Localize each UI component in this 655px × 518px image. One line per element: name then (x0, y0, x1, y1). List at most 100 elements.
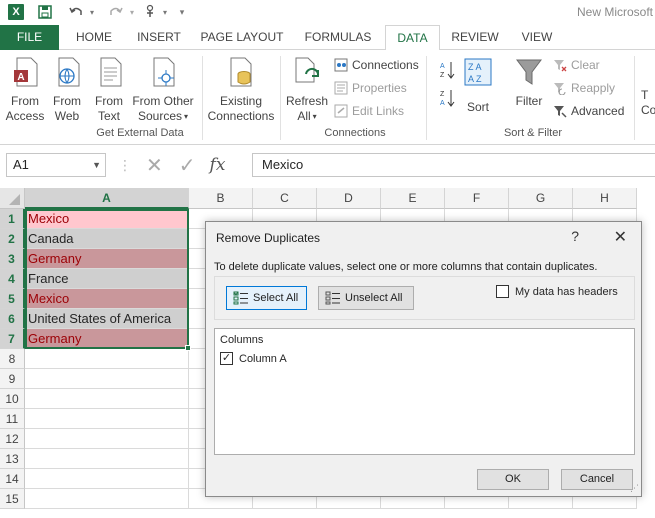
connections-button[interactable]: Connections (334, 56, 419, 74)
row-header-8[interactable]: 8 (0, 349, 25, 369)
tab-data[interactable]: DATA (385, 25, 440, 51)
column-header-d[interactable]: D (317, 188, 381, 209)
select-all-corner[interactable] (0, 188, 25, 209)
unselect-all-button[interactable]: Unselect All (318, 286, 414, 310)
from-access-button[interactable]: A From Access (5, 56, 45, 124)
tab-insert[interactable]: INSERT (130, 25, 188, 50)
row-header-14[interactable]: 14 (0, 469, 25, 489)
row-header-10[interactable]: 10 (0, 389, 25, 409)
row-header-9[interactable]: 9 (0, 369, 25, 389)
help-icon[interactable]: ? (571, 228, 579, 244)
sort-a-to-z-button[interactable]: AZ (438, 60, 456, 84)
column-header-e[interactable]: E (381, 188, 445, 209)
from-text-button[interactable]: From Text (90, 56, 128, 124)
column-header-g[interactable]: G (509, 188, 573, 209)
sort-z-to-a-button[interactable]: ZA (438, 88, 456, 112)
undo-icon[interactable] (66, 2, 86, 22)
name-box-dropdown-icon[interactable]: ▼ (92, 154, 101, 176)
row-header-6[interactable]: 6 (0, 309, 25, 329)
tab-view[interactable]: VIEW (512, 25, 562, 50)
headers-checkbox-box[interactable] (496, 285, 509, 298)
unselect-all-label: Unselect All (345, 292, 403, 304)
save-icon[interactable] (34, 2, 56, 22)
cell-a11[interactable] (25, 409, 189, 429)
select-all-button[interactable]: Select All (226, 286, 307, 310)
redo-dropdown-icon[interactable]: ▾ (127, 2, 137, 22)
svg-text:Z A: Z A (468, 62, 482, 72)
filter-button[interactable]: Filter (510, 56, 548, 109)
column-header-c[interactable]: C (253, 188, 317, 209)
cell-a9[interactable] (25, 369, 189, 389)
my-data-has-headers-checkbox[interactable]: My data has headers (496, 285, 618, 298)
cell-a14[interactable] (25, 469, 189, 489)
tab-formulas[interactable]: FORMULAS (298, 25, 378, 50)
column-header-h[interactable]: H (573, 188, 637, 209)
edit-links-button[interactable]: Edit Links (334, 102, 404, 120)
title-bar: X ▾ ▾ ▾ ▾ New Microsoft (0, 0, 655, 24)
cell-a10[interactable] (25, 389, 189, 409)
tab-page-layout[interactable]: PAGE LAYOUT (196, 25, 288, 50)
row-header-7[interactable]: 7 (0, 329, 25, 349)
name-box[interactable]: A1 ▼ (6, 153, 106, 177)
cell-a7[interactable]: Germany (25, 329, 189, 349)
from-other-sources-button[interactable]: From Other Sources ▾ (130, 56, 196, 124)
customize-qat-icon[interactable]: ▾ (176, 2, 188, 22)
ok-button[interactable]: OK (477, 469, 549, 490)
properties-button[interactable]: Properties (334, 79, 407, 97)
resize-grip-icon[interactable]: ⋰ (630, 483, 639, 494)
column-a-checkbox[interactable]: ✓ Column A (220, 352, 287, 365)
from-web-button[interactable]: From Web (48, 56, 86, 124)
row-header-13[interactable]: 13 (0, 449, 25, 469)
row-header-12[interactable]: 12 (0, 429, 25, 449)
cell-a4[interactable]: France (25, 269, 189, 289)
touch-dropdown-icon[interactable]: ▾ (160, 2, 170, 22)
insert-function-icon[interactable]: fx (210, 155, 226, 175)
row-header-11[interactable]: 11 (0, 409, 25, 429)
cancel-icon[interactable]: ✕ (146, 153, 163, 178)
sort-az-icon: AZ (440, 62, 455, 79)
row-header-2[interactable]: 2 (0, 229, 25, 249)
cell-a1[interactable]: Mexico (25, 209, 189, 229)
touch-mode-icon[interactable] (142, 2, 160, 22)
tab-home[interactable]: HOME (66, 25, 122, 50)
cell-a15[interactable] (25, 489, 189, 509)
text-to-columns-button[interactable]: T Co (641, 88, 655, 118)
reapply-button[interactable]: Reapply (553, 79, 615, 97)
undo-dropdown-icon[interactable]: ▾ (87, 2, 97, 22)
cell-a6[interactable]: United States of America (25, 309, 189, 329)
row-header-4[interactable]: 4 (0, 269, 25, 289)
enter-icon[interactable]: ✓ (179, 153, 196, 178)
text-to-columns-label-1: T (641, 88, 649, 102)
redo-icon[interactable] (106, 2, 126, 22)
sort-dialog-icon: Z A A Z (462, 58, 494, 90)
column-header-a[interactable]: A (25, 188, 189, 209)
column-a-checkmark-icon[interactable]: ✓ (220, 352, 233, 365)
refresh-all-button[interactable]: Refresh All ▾ (284, 56, 330, 124)
cell-a13[interactable] (25, 449, 189, 469)
sort-button[interactable]: Z A A Z Sort (462, 58, 494, 115)
tab-review[interactable]: REVIEW (446, 25, 504, 50)
cancel-button[interactable]: Cancel (561, 469, 633, 490)
column-header-f[interactable]: F (445, 188, 509, 209)
close-icon[interactable]: ✕ (614, 227, 627, 247)
row-header-3[interactable]: 3 (0, 249, 25, 269)
from-web-label-2: Web (54, 109, 80, 123)
cell-a12[interactable] (25, 429, 189, 449)
from-access-label-1: From (11, 94, 39, 108)
existing-connections-button[interactable]: Existing Connections (206, 56, 276, 124)
fill-handle[interactable] (185, 345, 191, 351)
row-header-5[interactable]: 5 (0, 289, 25, 309)
cell-a5[interactable]: Mexico (25, 289, 189, 309)
formula-input[interactable]: Mexico (252, 153, 655, 177)
row-header-1[interactable]: 1 (0, 209, 25, 229)
cell-a2[interactable]: Canada (25, 229, 189, 249)
cell-a3[interactable]: Germany (25, 249, 189, 269)
column-header-b[interactable]: B (189, 188, 253, 209)
tab-file[interactable]: FILE (0, 25, 59, 50)
advanced-button[interactable]: Advanced (553, 102, 624, 120)
cell-a8[interactable] (25, 349, 189, 369)
formula-bar: A1 ▼ ⋮ ✕ ✓ fx Mexico (0, 146, 655, 186)
sort-za-icon: ZA (440, 90, 455, 107)
clear-button[interactable]: Clear (553, 56, 600, 74)
row-header-15[interactable]: 15 (0, 489, 25, 509)
